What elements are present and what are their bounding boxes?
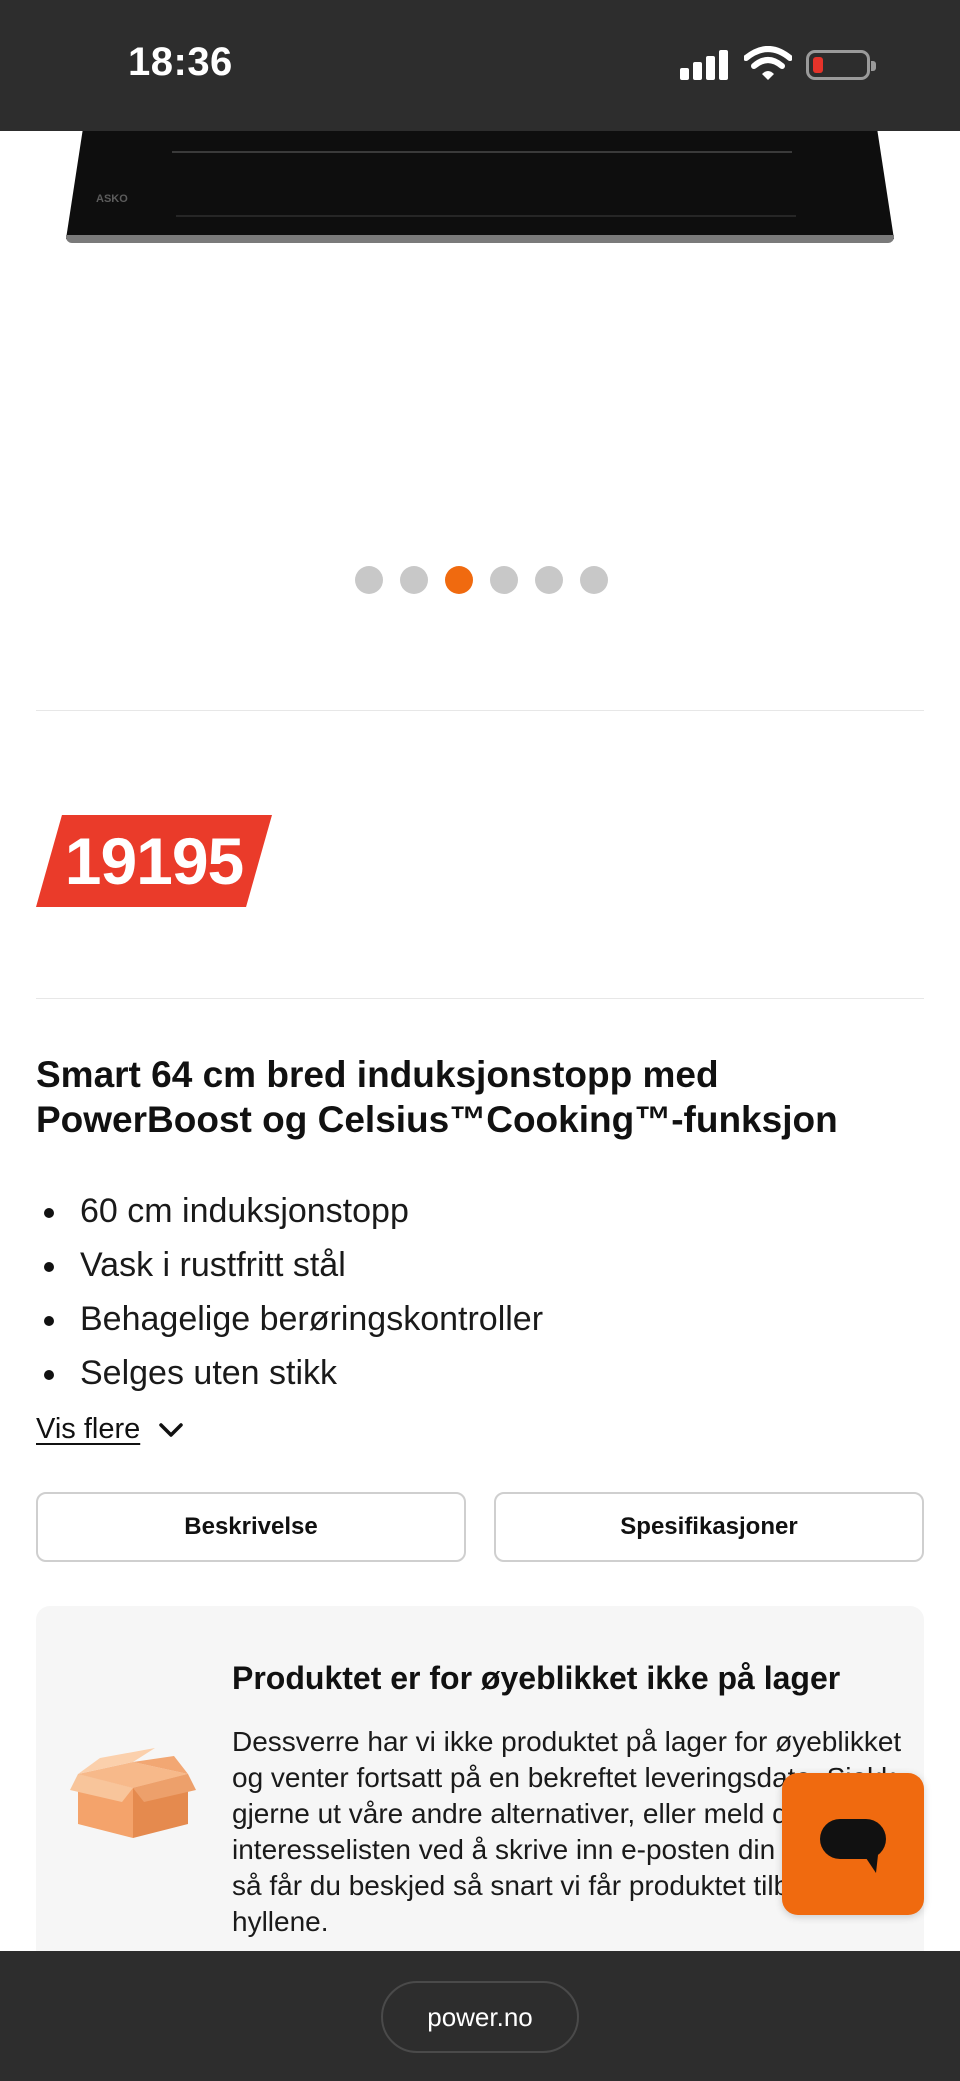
brand-logo: ASKO [96, 193, 128, 205]
feature-item: Selges uten stikk [36, 1346, 924, 1400]
divider [36, 710, 924, 711]
status-bar: 18:36 [0, 0, 960, 131]
show-more-link[interactable]: Vis flere [36, 1413, 184, 1446]
divider [36, 998, 924, 999]
carousel-dot[interactable] [445, 566, 473, 594]
product-image[interactable]: ASKO [66, 131, 894, 244]
box-icon [70, 1748, 196, 1838]
chat-button[interactable] [782, 1773, 924, 1915]
carousel-dot[interactable] [490, 566, 518, 594]
feature-item: Behagelige berøringskontroller [36, 1292, 924, 1346]
status-time: 18:36 [128, 40, 233, 84]
carousel-dots [355, 566, 608, 594]
feature-item: 60 cm induksjonstopp [36, 1184, 924, 1238]
price-amount: 19195 [64, 824, 245, 898]
url-text: power.no [427, 2001, 533, 2032]
product-page: 18:36 ASKO 19195 Smart 64 cm bred induks… [0, 0, 960, 2081]
wifi-icon [744, 46, 792, 80]
description-button[interactable]: Beskrivelse [36, 1492, 466, 1562]
carousel-dot[interactable] [355, 566, 383, 594]
carousel-dot[interactable] [580, 566, 608, 594]
show-more-label: Vis flere [36, 1413, 141, 1445]
product-title: Smart 64 cm bred induksjonstopp med Powe… [36, 1054, 838, 1140]
stock-notice-title: Produktet er for øyeblikket ikke på lage… [232, 1660, 841, 1696]
specifications-button[interactable]: Spesifikasjoner [494, 1492, 924, 1562]
browser-bottom-bar: power.no [0, 1951, 960, 2081]
battery-low-icon [806, 50, 876, 80]
url-bar[interactable]: power.no [381, 1981, 579, 2053]
cellular-signal-icon [680, 50, 730, 80]
feature-item: Vask i rustfritt stål [36, 1238, 924, 1292]
price-tag: 19195 [36, 815, 272, 907]
carousel-dot[interactable] [400, 566, 428, 594]
chat-icon [820, 1819, 886, 1873]
feature-list: 60 cm induksjonstopp Vask i rustfritt st… [36, 1184, 924, 1400]
chevron-down-icon [159, 1422, 183, 1437]
carousel-dot[interactable] [535, 566, 563, 594]
